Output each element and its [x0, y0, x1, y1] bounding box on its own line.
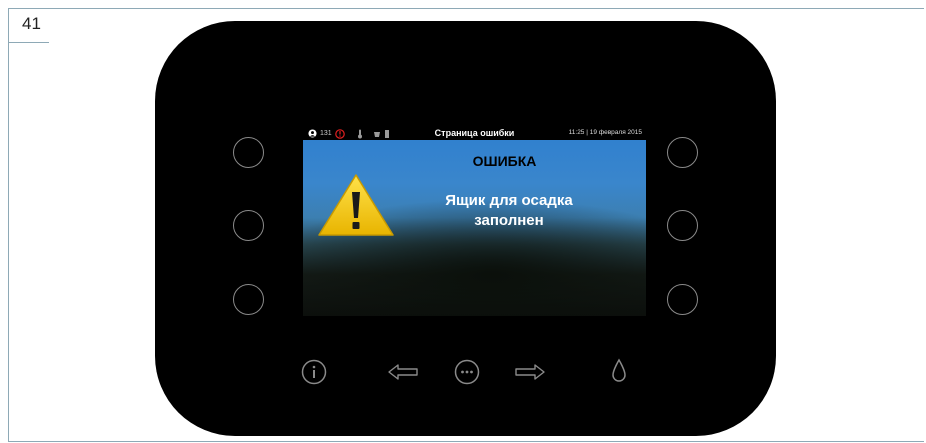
page-number: 41 — [22, 14, 41, 33]
water-drop-button[interactable] — [609, 357, 629, 385]
display-screen: 131 Страница ошибки 11:25 | 19 февраля 2… — [303, 127, 646, 316]
right-button-3[interactable] — [667, 284, 698, 315]
arrow-right-button[interactable] — [514, 363, 546, 381]
more-button[interactable] — [454, 359, 480, 385]
arrow-left-icon — [388, 364, 418, 380]
page-number-divider — [9, 42, 49, 43]
left-button-1[interactable] — [233, 137, 264, 168]
status-datetime: 11:25 | 19 февраля 2015 — [568, 129, 642, 136]
status-bar: 131 Страница ошибки 11:25 | 19 февраля 2… — [303, 127, 646, 140]
left-button-2[interactable] — [233, 210, 264, 241]
right-button-1[interactable] — [667, 137, 698, 168]
left-button-3[interactable] — [233, 284, 264, 315]
more-dots-icon — [454, 359, 480, 385]
error-heading: ОШИБКА — [472, 153, 537, 169]
arrow-left-button[interactable] — [387, 363, 419, 381]
error-message: Ящик для осадка заполнен — [445, 192, 573, 229]
info-button[interactable] — [301, 359, 327, 385]
info-icon — [301, 359, 327, 385]
warning-icon — [318, 174, 394, 236]
arrow-right-icon — [515, 364, 545, 380]
right-button-2[interactable] — [667, 210, 698, 241]
water-drop-icon — [612, 358, 626, 382]
